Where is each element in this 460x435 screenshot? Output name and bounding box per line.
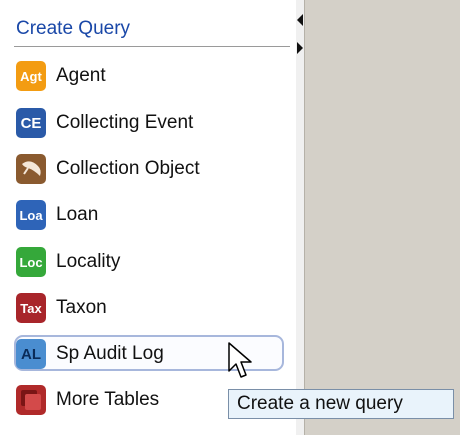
loan-icon: Loa	[16, 200, 46, 230]
collection-object-icon	[16, 154, 46, 184]
query-item-label: Locality	[56, 251, 121, 272]
query-item-label: Loan	[56, 204, 99, 225]
query-item-label: Collection Object	[56, 158, 200, 179]
query-item-collecting-event[interactable]: CE Collecting Event	[16, 106, 286, 140]
more-tables-icon	[16, 385, 46, 415]
query-item-collection-object[interactable]: Collection Object	[16, 152, 286, 186]
query-item-locality[interactable]: Loc Locality	[16, 245, 286, 279]
query-item-label: Collecting Event	[56, 112, 194, 133]
query-item-label: Agent	[56, 65, 106, 86]
query-item-agent[interactable]: Agt Agent	[16, 59, 286, 93]
mouse-cursor-icon	[228, 342, 252, 378]
query-item-label: More Tables	[56, 389, 160, 410]
panel-splitter[interactable]	[296, 0, 304, 435]
collecting-event-icon: CE	[16, 108, 46, 138]
query-item-loan[interactable]: Loa Loan	[16, 198, 286, 232]
agent-icon: Agt	[16, 61, 46, 91]
create-query-header: Create Query	[16, 18, 131, 39]
content-area	[304, 0, 460, 435]
query-item-label: Sp Audit Log	[56, 343, 164, 364]
expand-right-arrow-icon[interactable]	[297, 42, 303, 54]
query-item-taxon[interactable]: Tax Taxon	[16, 291, 286, 325]
header-divider	[14, 46, 290, 47]
create-query-tooltip: Create a new query	[228, 389, 454, 419]
locality-icon: Loc	[16, 247, 46, 277]
collapse-left-arrow-icon[interactable]	[297, 14, 303, 26]
query-item-label: Taxon	[56, 297, 107, 318]
sp-audit-log-icon: AL	[16, 339, 46, 369]
taxon-icon: Tax	[16, 293, 46, 323]
